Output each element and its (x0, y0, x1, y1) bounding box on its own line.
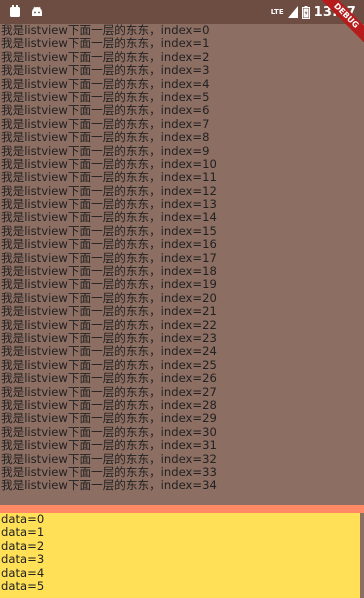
panel-item[interactable]: data=3 (0, 552, 360, 566)
list-item[interactable]: 我是listview下面一层的东东，index=14 (0, 211, 364, 225)
list-item[interactable]: 我是listview下面一层的东东，index=8 (0, 130, 364, 144)
list-item[interactable]: 我是listview下面一层的东东，index=23 (0, 331, 364, 345)
list-item[interactable]: 我是listview下面一层的东东，index=6 (0, 103, 364, 117)
list-item[interactable]: 我是listview下面一层的东东，index=17 (0, 251, 364, 265)
panel-item[interactable]: data=2 (0, 539, 360, 553)
android-icon (31, 5, 43, 18)
network-type: LTE (270, 8, 284, 16)
data-panel[interactable]: data=0 data=1 data=2 data=3 data=4 data=5 (0, 513, 360, 598)
list-item[interactable]: 我是listview下面一层的东东，index=28 (0, 398, 364, 412)
list-item[interactable]: 我是listview下面一层的东东，index=34 (0, 478, 364, 492)
list-item[interactable]: 我是listview下面一层的东东，index=0 (0, 24, 364, 37)
list-item[interactable]: 我是listview下面一层的东东，index=26 (0, 371, 364, 385)
signal-icon (287, 6, 298, 18)
list-item[interactable]: 我是listview下面一层的东东，index=19 (0, 278, 364, 292)
list-item[interactable]: 我是listview下面一层的东东，index=27 (0, 385, 364, 399)
list-item[interactable]: 我是listview下面一层的东东，index=24 (0, 344, 364, 358)
list-item[interactable]: 我是listview下面一层的东东，index=2 (0, 50, 364, 64)
panel-item[interactable]: data=1 (0, 525, 360, 539)
list-item[interactable]: 我是listview下面一层的东东，index=21 (0, 304, 364, 318)
listview[interactable]: 我是listview下面一层的东东，index=0 我是listview下面一层的… (0, 24, 364, 506)
list-item[interactable]: 我是listview下面一层的东东，index=13 (0, 197, 364, 211)
notification-icon (9, 5, 21, 18)
list-item[interactable]: 我是listview下面一层的东东，index=29 (0, 411, 364, 425)
list-item[interactable]: 我是listview下面一层的东东，index=32 (0, 452, 364, 466)
panel-item[interactable]: data=5 (0, 579, 360, 593)
list-item[interactable]: 我是listview下面一层的东东，index=12 (0, 184, 364, 198)
list-item[interactable]: 我是listview下面一层的东东，index=7 (0, 117, 364, 131)
panel-edge (360, 513, 364, 598)
list-item[interactable]: 我是listview下面一层的东东，index=3 (0, 63, 364, 77)
list-item[interactable]: 我是listview下面一层的东东，index=25 (0, 358, 364, 372)
list-item[interactable]: 我是listview下面一层的东东，index=1 (0, 36, 364, 50)
status-bar: LTE 13:37 (0, 0, 364, 24)
list-item[interactable]: 我是listview下面一层的东东，index=5 (0, 90, 364, 104)
list-item[interactable]: 我是listview下面一层的东东，index=33 (0, 465, 364, 479)
list-item[interactable]: 我是listview下面一层的东东，index=4 (0, 77, 364, 91)
list-item[interactable]: 我是listview下面一层的东东，index=9 (0, 144, 364, 158)
list-item[interactable]: 我是listview下面一层的东东，index=31 (0, 438, 364, 452)
panel-divider[interactable] (0, 505, 364, 513)
list-item[interactable]: 我是listview下面一层的东东，index=18 (0, 264, 364, 278)
list-item[interactable]: 我是listview下面一层的东东，index=11 (0, 170, 364, 184)
list-item[interactable]: 我是listview下面一层的东东，index=22 (0, 318, 364, 332)
list-item[interactable]: 我是listview下面一层的东东，index=30 (0, 425, 364, 439)
list-item[interactable]: 我是listview下面一层的东东，index=10 (0, 157, 364, 171)
list-item[interactable]: 我是listview下面一层的东东，index=20 (0, 291, 364, 305)
panel-item[interactable]: data=4 (0, 566, 360, 580)
panel-item[interactable]: data=0 (0, 513, 360, 526)
battery-icon (301, 5, 310, 19)
list-item[interactable]: 我是listview下面一层的东东，index=16 (0, 237, 364, 251)
list-item[interactable]: 我是listview下面一层的东东，index=15 (0, 224, 364, 238)
